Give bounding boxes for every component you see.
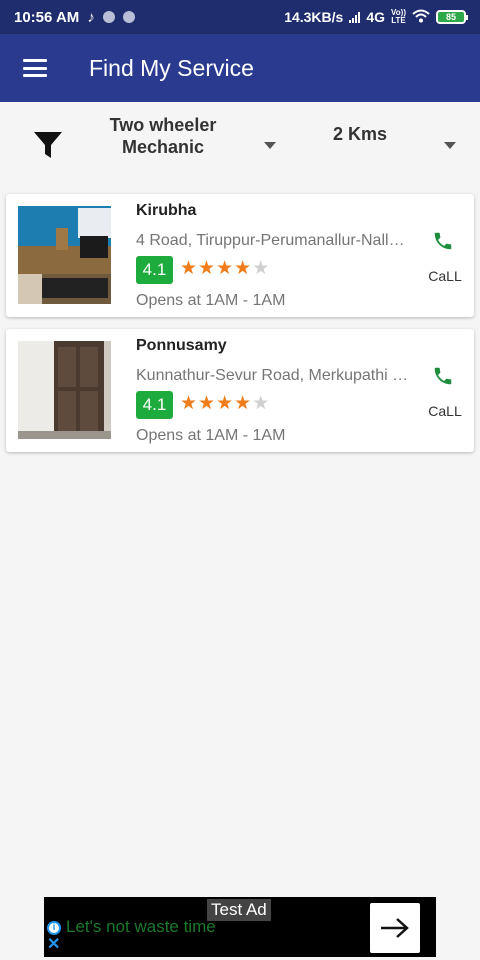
app-bar: Find My Service bbox=[0, 34, 480, 102]
shop-name: Ponnusamy bbox=[136, 337, 227, 354]
shop-address: 4 Road, Tiruppur-Perumanallur-Nalluthuko… bbox=[136, 232, 411, 249]
shop-photo bbox=[18, 206, 111, 304]
network-type: 4G bbox=[366, 9, 386, 25]
ad-label: Test Ad bbox=[207, 899, 271, 921]
star-filled-icon: ★ bbox=[180, 393, 198, 414]
distance-dropdown[interactable]: 2 Kms bbox=[320, 124, 400, 145]
rating-badge: 4.1 bbox=[136, 256, 173, 284]
shop-photo bbox=[18, 341, 111, 439]
star-empty-icon: ★ bbox=[252, 393, 270, 414]
volte-icon: Vo)) LTE bbox=[391, 8, 406, 25]
opening-hours: Opens at 1AM - 1AM bbox=[136, 427, 286, 444]
filter-bar: Two wheeler Mechanic 2 Kms bbox=[0, 102, 480, 182]
star-filled-icon: ★ bbox=[234, 393, 252, 414]
category-label-line2: Mechanic bbox=[121, 137, 205, 157]
star-filled-icon: ★ bbox=[234, 258, 252, 279]
signal-icon bbox=[349, 11, 361, 23]
tiktok-icon: ♪ bbox=[87, 8, 95, 26]
star-filled-icon: ★ bbox=[198, 393, 216, 414]
star-filled-icon: ★ bbox=[216, 258, 234, 279]
star-empty-icon: ★ bbox=[252, 258, 270, 279]
notification-dot-icon bbox=[102, 11, 115, 23]
status-bar: 10:56 AM ♪ 14.3KB/s 4G Vo)) LTE 85 bbox=[0, 0, 480, 34]
star-filled-icon: ★ bbox=[180, 258, 198, 279]
network-speed: 14.3KB/s bbox=[284, 9, 344, 25]
call-button[interactable]: CaLL bbox=[424, 268, 466, 284]
service-card[interactable]: Ponnusamy Kunnathur-Sevur Road, Merkupat… bbox=[6, 329, 474, 452]
battery-icon: 85 bbox=[436, 10, 468, 24]
arrow-right-icon[interactable] bbox=[370, 903, 420, 953]
category-dropdown[interactable]: Two wheeler Mechanic bbox=[100, 114, 226, 158]
category-label-line1: Two wheeler bbox=[109, 115, 217, 135]
notification-dot-icon bbox=[122, 11, 135, 23]
service-card[interactable]: Kirubha 4 Road, Tiruppur-Perumanallur-Na… bbox=[6, 194, 474, 317]
close-icon[interactable]: ✕ bbox=[47, 937, 60, 953]
chevron-down-icon[interactable] bbox=[444, 142, 456, 149]
star-rating: ★ ★ ★ ★ ★ bbox=[180, 393, 269, 415]
rating-badge: 4.1 bbox=[136, 391, 173, 419]
ad-text[interactable]: Let's not waste time bbox=[66, 917, 216, 937]
hamburger-menu-icon[interactable] bbox=[23, 59, 47, 77]
ad-banner[interactable]: Test Ad Let's not waste time i ✕ bbox=[44, 897, 436, 957]
shop-name: Kirubha bbox=[136, 202, 197, 219]
opening-hours: Opens at 1AM - 1AM bbox=[136, 292, 286, 309]
shop-address: Kunnathur-Sevur Road, Merkupathi Colony bbox=[136, 367, 411, 384]
star-filled-icon: ★ bbox=[216, 393, 234, 414]
wifi-icon bbox=[412, 9, 430, 26]
phone-icon[interactable] bbox=[432, 230, 454, 252]
chevron-down-icon[interactable] bbox=[264, 142, 276, 149]
star-filled-icon: ★ bbox=[198, 258, 216, 279]
phone-icon[interactable] bbox=[432, 365, 454, 387]
info-icon[interactable]: i bbox=[47, 921, 61, 935]
call-button[interactable]: CaLL bbox=[424, 403, 466, 419]
status-time: 10:56 AM bbox=[14, 8, 80, 26]
page-title: Find My Service bbox=[89, 54, 254, 81]
star-rating: ★ ★ ★ ★ ★ bbox=[180, 258, 269, 280]
funnel-icon[interactable] bbox=[33, 130, 63, 160]
